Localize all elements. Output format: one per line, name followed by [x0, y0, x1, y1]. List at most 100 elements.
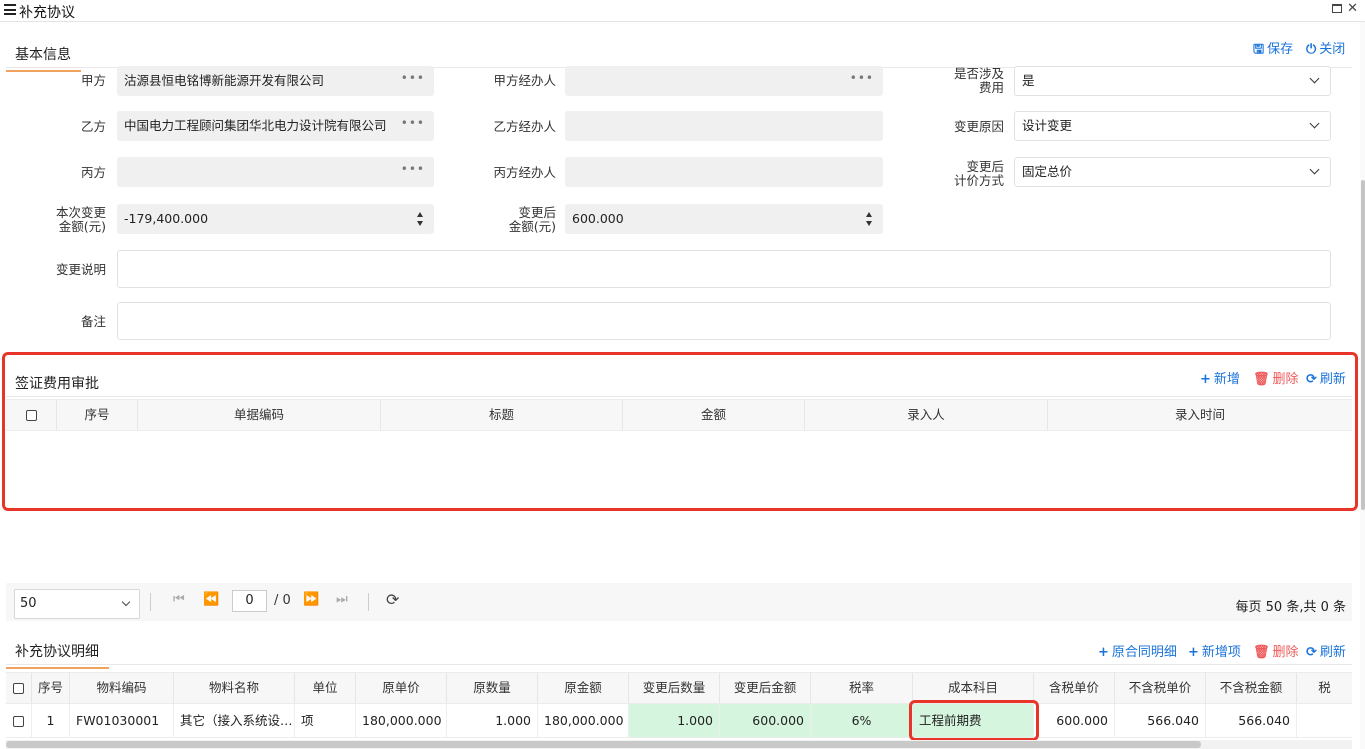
scroll-thumb[interactable] [6, 741, 1201, 748]
more-icon[interactable]: ••• [401, 111, 425, 138]
table-row[interactable]: 1 FW01030001 其它（接入系统设… 项 180,000.000 1.0… [6, 704, 1352, 738]
cell-material-name: 其它（接入系统设… [174, 704, 295, 737]
cell-tax-rate[interactable]: 6% [811, 704, 913, 737]
change-amount-field[interactable]: -179,400.000 [117, 204, 434, 234]
scroll-thumb[interactable] [1361, 180, 1365, 510]
divider [150, 593, 151, 611]
cell-index: 1 [32, 704, 70, 737]
change-reason-label: 变更原因 [953, 119, 1004, 134]
close-window-icon[interactable]: ✕ [1347, 1, 1358, 17]
remark-label: 备注 [80, 314, 106, 329]
change-desc-label: 变更说明 [55, 262, 106, 277]
pagination-bar: 50 ⏮ ⏪ 0 / 0 ⏩ ⏭ ⟳ 每页 50 条,共 0 条 [6, 583, 1352, 621]
chevron-down-icon [1309, 118, 1320, 129]
close-button[interactable]: ⏻ 关闭 [1306, 38, 1345, 57]
refresh-icon: ⟳ [1306, 645, 1317, 660]
contract-detail-button[interactable]: + 原合同明细 [1098, 641, 1177, 660]
party-b-agent-field[interactable] [565, 111, 883, 141]
more-icon[interactable]: ••• [401, 157, 425, 184]
col-header[interactable]: 不含税单价 [1115, 673, 1206, 703]
last-page-icon[interactable]: ⏭ [336, 592, 348, 607]
chevron-down-icon [1309, 164, 1320, 175]
col-header[interactable]: 原数量 [447, 673, 538, 703]
page-number-input[interactable]: 0 [232, 590, 267, 612]
total-pages: / 0 [274, 593, 291, 608]
basic-info-header: 基本信息 [6, 36, 1352, 72]
menu-icon[interactable] [4, 4, 16, 15]
window-titlebar: 补充协议 ✕ [0, 0, 1365, 22]
cell-orig-amount: 180,000.000 [538, 704, 629, 737]
basic-info-title: 基本信息 [6, 44, 81, 72]
col-header[interactable]: 物料名称 [174, 673, 295, 703]
window-title: 补充协议 [19, 5, 75, 21]
maximize-icon[interactable] [1332, 4, 1342, 13]
pager-summary: 每页 50 条,共 0 条 [1235, 600, 1346, 615]
change-desc-field[interactable] [117, 250, 1331, 288]
cell-orig-price: 180,000.000 [356, 704, 447, 737]
col-header[interactable]: 税 [1297, 673, 1352, 703]
cell-price-without-tax: 566.040 [1115, 704, 1206, 737]
cell-material-code: FW01030001 [70, 704, 174, 737]
power-icon: ⏻ [1306, 42, 1317, 57]
col-header[interactable]: 原金额 [538, 673, 629, 703]
party-b-field[interactable]: 中国电力工程顾问集团华北电力设计院有限公司 ••• [117, 111, 434, 141]
reload-icon[interactable]: ⟳ [386, 590, 399, 609]
change-reason-select[interactable]: 设计变更 [1014, 111, 1331, 141]
col-header[interactable]: 变更后金额 [720, 673, 811, 703]
first-page-icon[interactable]: ⏮ [173, 592, 185, 607]
horizontal-scrollbar[interactable] [6, 740, 1352, 749]
party-c-agent-field[interactable] [565, 157, 883, 187]
row-checkbox[interactable] [13, 716, 24, 727]
col-header[interactable]: 成本科目 [913, 673, 1034, 703]
save-button[interactable]: 🖫 保存 [1253, 38, 1293, 62]
detail-refresh-button[interactable]: ⟳ 刷新 [1306, 641, 1346, 660]
row-select-cell [6, 704, 32, 737]
chevron-down-icon [121, 597, 131, 607]
party-c-label: 丙方 [80, 165, 106, 180]
cell-amount-without-tax: 566.040 [1206, 704, 1297, 737]
party-b-agent-label: 乙方经办人 [493, 119, 556, 134]
cell-tax [1297, 704, 1352, 737]
party-a-agent-label: 甲方经办人 [493, 73, 556, 88]
col-header[interactable]: 税率 [811, 673, 913, 703]
next-page-icon[interactable]: ⏩ [303, 592, 319, 607]
pricing-method-select[interactable]: 固定总价 [1014, 157, 1331, 187]
party-a-field[interactable]: 沽源县恒电铭博新能源开发有限公司 ••• [117, 66, 434, 96]
spinner-icon[interactable] [417, 212, 424, 226]
col-header[interactable]: 物料编码 [70, 673, 174, 703]
trash-icon: 🗑 [1253, 645, 1270, 660]
party-a-agent-field[interactable]: ••• [565, 66, 883, 96]
cell-new-amount[interactable]: 600.000 [720, 704, 811, 737]
prev-page-icon[interactable]: ⏪ [203, 592, 219, 607]
after-amount-field[interactable]: 600.000 [565, 204, 883, 234]
party-c-field[interactable]: ••• [117, 157, 434, 187]
cell-new-qty[interactable]: 1.000 [629, 704, 720, 737]
involves-fee-select[interactable]: 是 [1014, 66, 1331, 96]
col-header[interactable]: 不含税金额 [1206, 673, 1297, 703]
col-header[interactable]: 单位 [295, 673, 356, 703]
col-header[interactable]: 变更后数量 [629, 673, 720, 703]
chevron-down-icon [1309, 73, 1320, 84]
detail-title: 补充协议明细 [6, 641, 109, 669]
detail-delete-button[interactable]: 🗑 删除 [1253, 641, 1299, 660]
select-all-checkbox[interactable] [13, 683, 24, 694]
save-icon: 🖫 [1253, 42, 1265, 57]
select-all-cell [6, 673, 32, 703]
remark-field[interactable] [117, 302, 1331, 340]
spinner-icon[interactable] [866, 212, 873, 226]
plus-icon: + [1188, 645, 1199, 660]
highlight-box [2, 352, 1358, 511]
more-icon[interactable]: ••• [401, 66, 425, 93]
add-item-button[interactable]: + 新增项 [1188, 641, 1241, 660]
col-header[interactable]: 原单价 [356, 673, 447, 703]
detail-table-header: 序号 物料编码 物料名称 单位 原单价 原数量 原金额 变更后数量 变更后金额 … [6, 672, 1352, 704]
cell-orig-qty: 1.000 [447, 704, 538, 737]
cell-unit: 项 [295, 704, 356, 737]
party-b-label: 乙方 [80, 119, 106, 134]
col-header[interactable]: 含税单价 [1034, 673, 1115, 703]
col-header[interactable]: 序号 [32, 673, 70, 703]
party-a-label: 甲方 [80, 73, 106, 88]
page-size-select[interactable]: 50 [14, 589, 140, 619]
more-icon[interactable]: ••• [850, 66, 874, 93]
divider [368, 593, 369, 611]
